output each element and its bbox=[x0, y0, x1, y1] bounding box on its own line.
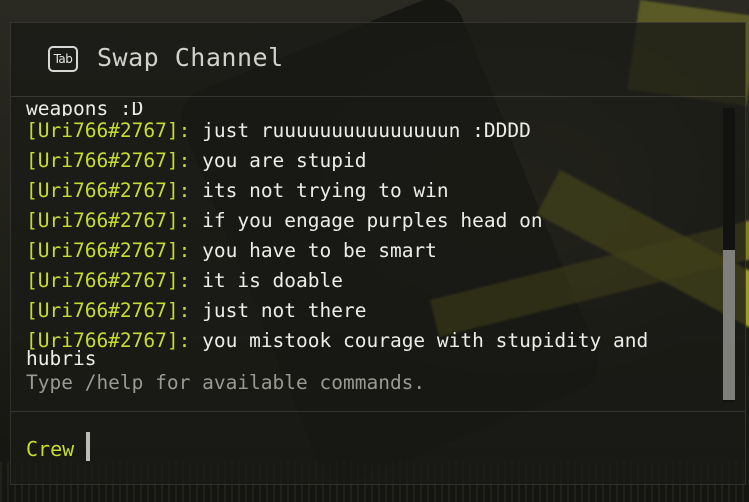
text-caret bbox=[86, 432, 90, 461]
chat-input-row[interactable]: Crew bbox=[11, 411, 745, 486]
chat-message: [Uri766#2767]: its not trying to win bbox=[26, 176, 721, 206]
message-sender[interactable]: [Uri766#2767]: bbox=[26, 149, 190, 172]
chat-message: [Uri766#2767]: just ruuuuuuuuuuuuuuun :D… bbox=[26, 116, 721, 146]
message-text: if you engage purples head on bbox=[190, 209, 543, 232]
chat-log[interactable]: weapons :D [Uri766#2767]: just ruuuuuuuu… bbox=[11, 98, 721, 398]
chat-scrollbar[interactable] bbox=[723, 108, 735, 402]
message-sender[interactable]: [Uri766#2767]: bbox=[26, 269, 190, 292]
chat-message: [Uri766#2767]: you are stupid bbox=[26, 146, 721, 176]
message-sender[interactable]: [Uri766#2767]: bbox=[26, 299, 190, 322]
message-sender[interactable]: [Uri766#2767]: bbox=[26, 119, 190, 142]
help-hint: Type /help for available commands. bbox=[26, 371, 426, 394]
message-sender[interactable]: [Uri766#2767]: bbox=[26, 209, 190, 232]
message-sender[interactable]: [Uri766#2767]: bbox=[26, 179, 190, 202]
message-text: its not trying to win bbox=[190, 179, 449, 202]
chat-message: [Uri766#2767]: you have to be smart bbox=[26, 236, 721, 266]
message-text: just ruuuuuuuuuuuuuuun :DDDD bbox=[190, 119, 531, 142]
chat-message: [Uri766#2767]: it is doable bbox=[26, 266, 721, 296]
chat-panel: Tab Swap Channel weapons :D [Uri766#2767… bbox=[10, 22, 746, 485]
channel-label[interactable]: Crew bbox=[26, 434, 74, 464]
message-text: it is doable bbox=[190, 269, 343, 292]
chat-header: Tab Swap Channel bbox=[11, 23, 745, 97]
message-text: you are stupid bbox=[190, 149, 367, 172]
tab-key-icon: Tab bbox=[48, 46, 78, 72]
chat-message: [Uri766#2767]: if you engage purples hea… bbox=[26, 206, 721, 236]
scrollbar-thumb[interactable] bbox=[723, 250, 735, 400]
swap-channel-label[interactable]: Swap Channel bbox=[97, 43, 284, 72]
chat-message: [Uri766#2767]: just not there bbox=[26, 296, 721, 326]
message-text: you have to be smart bbox=[190, 239, 437, 262]
chat-line-partial: weapons :D bbox=[26, 102, 144, 116]
message-sender[interactable]: [Uri766#2767]: bbox=[26, 239, 190, 262]
message-text: just not there bbox=[190, 299, 367, 322]
chat-message: [Uri766#2767]: you mistook courage with … bbox=[26, 326, 721, 369]
